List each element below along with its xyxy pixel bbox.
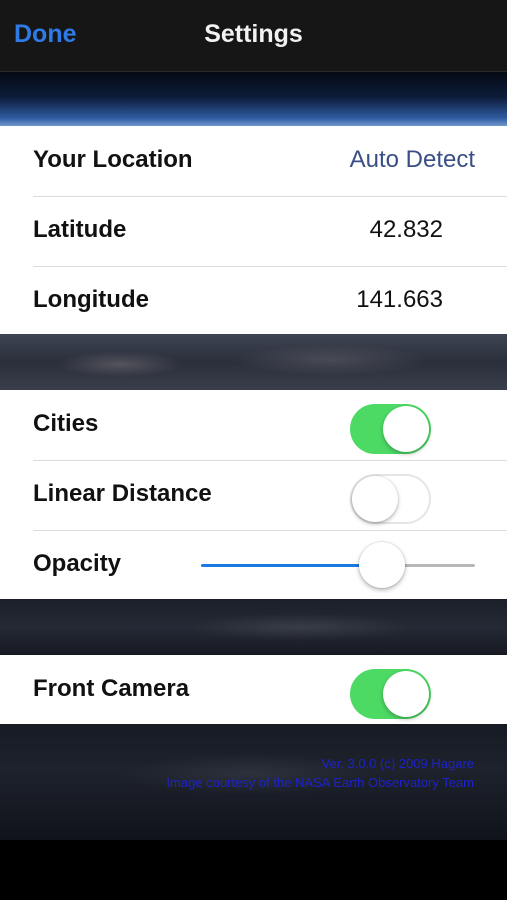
cities-label: Cities [33, 410, 99, 437]
auto-detect-link[interactable]: Auto Detect [350, 126, 475, 194]
toggle-knob [383, 406, 429, 452]
cities-toggle[interactable] [350, 404, 431, 454]
linear-distance-toggle[interactable] [350, 474, 431, 524]
credits: Ver. 3.0.0 (c) 2009 Hagare Image courtes… [166, 754, 474, 792]
toggle-knob [383, 671, 429, 717]
opacity-label: Opacity [33, 550, 122, 577]
front-camera-label: Front Camera [33, 675, 190, 702]
navigation-bar: Done Settings [0, 0, 507, 72]
longitude-label: Longitude [33, 286, 149, 313]
opacity-row: Opacity [0, 530, 507, 600]
page-title: Settings [204, 20, 303, 48]
linear-distance-label: Linear Distance [33, 480, 212, 507]
display-group: Cities Linear Distance Opacity [0, 390, 507, 600]
linear-distance-row: Linear Distance [0, 460, 507, 530]
slider-fill [201, 564, 382, 567]
location-group: Your Location Auto Detect Latitude 42.83… [0, 126, 507, 336]
latitude-row[interactable]: Latitude 42.832 [0, 196, 507, 266]
latitude-value[interactable]: 42.832 [370, 196, 443, 264]
earth-backdrop-lower [0, 599, 507, 655]
version-text: Ver. 3.0.0 (c) 2009 Hagare [321, 756, 474, 771]
image-credit-text: Image courtesy of the NASA Earth Observa… [166, 775, 474, 790]
front-camera-row: Front Camera [0, 655, 507, 725]
toggle-knob [352, 476, 398, 522]
front-camera-toggle[interactable] [350, 669, 431, 719]
camera-group: Front Camera [0, 655, 507, 725]
your-location-row[interactable]: Your Location Auto Detect [0, 126, 507, 196]
your-location-label: Your Location [33, 146, 193, 173]
earth-backdrop-top [0, 72, 507, 128]
longitude-row[interactable]: Longitude 141.663 [0, 266, 507, 336]
slider-thumb[interactable] [359, 542, 405, 588]
opacity-slider[interactable] [201, 530, 475, 600]
longitude-value[interactable]: 141.663 [356, 266, 443, 334]
latitude-label: Latitude [33, 216, 127, 243]
bottom-bar [0, 840, 507, 900]
earth-backdrop-middle [0, 334, 507, 390]
cities-row: Cities [0, 390, 507, 460]
